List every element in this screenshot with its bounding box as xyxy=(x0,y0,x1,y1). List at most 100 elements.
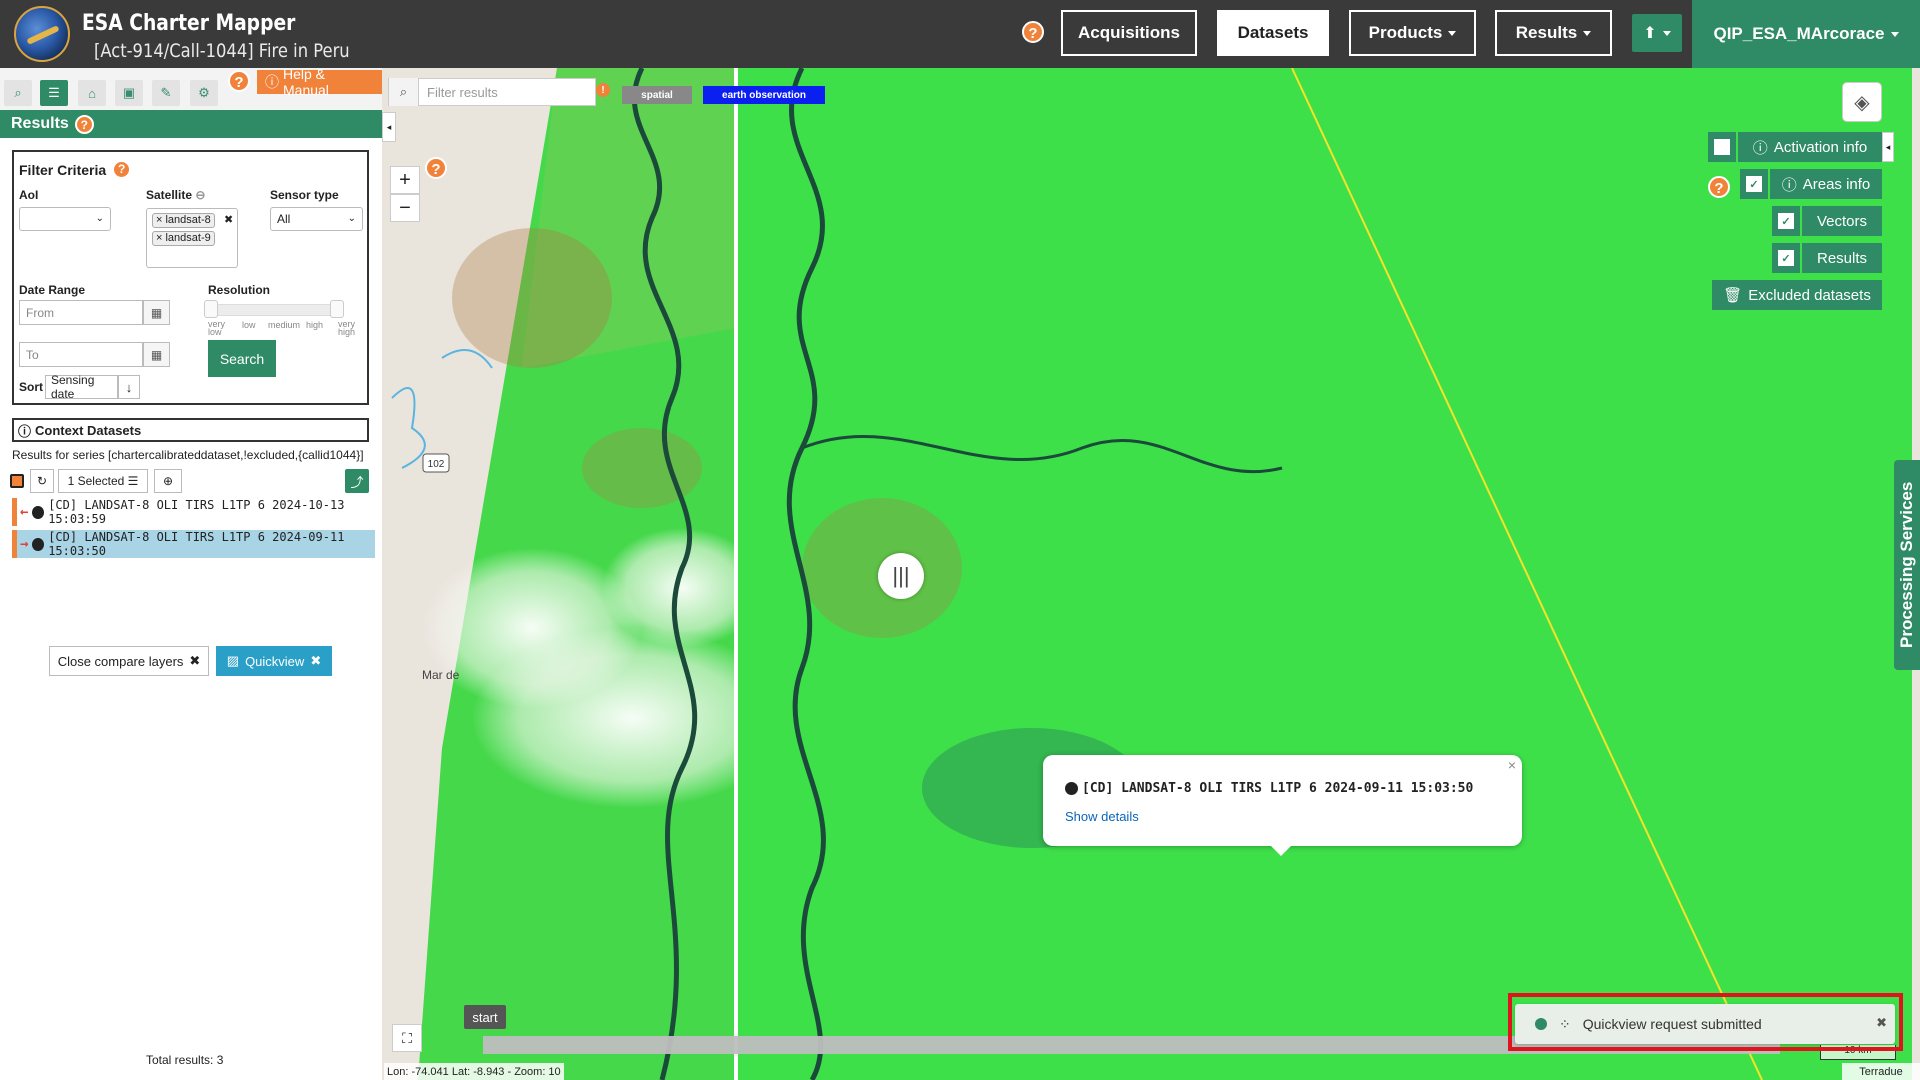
nav-datasets[interactable]: Datasets xyxy=(1217,10,1329,56)
sensor-type-select[interactable]: All ⌄ xyxy=(270,207,363,231)
info-icon: ⓘ xyxy=(1752,139,1768,157)
satellite-multiselect[interactable]: × landsat-8 ✖ × landsat-9 xyxy=(146,208,238,268)
search-button[interactable]: Search xyxy=(208,340,276,377)
zoom-in-button[interactable]: + xyxy=(390,166,420,194)
map-view[interactable]: 102 Mar de ◂ xyxy=(382,68,1920,1080)
map-canvas: 102 Mar de xyxy=(382,68,1920,1080)
upload-icon: ⬆ xyxy=(1643,25,1657,42)
excluded-datasets-label: Excluded datasets xyxy=(1748,286,1871,304)
vectors-checkbox[interactable]: ✓ xyxy=(1772,206,1800,236)
satellite-label: Satellite ⊖ xyxy=(146,188,205,202)
series-query: Results for series [chartercalibrateddat… xyxy=(12,448,364,462)
nav-acquisitions[interactable]: Acquisitions xyxy=(1061,10,1197,56)
close-icon[interactable]: × xyxy=(1508,757,1516,773)
pencil-icon[interactable]: ✎ xyxy=(152,80,180,106)
selection-menu-button[interactable]: 1 Selected ☰ xyxy=(58,469,148,493)
user-name: QIP_ESA_MArcorace xyxy=(1713,24,1885,43)
satellite-label-text: Satellite xyxy=(146,188,193,202)
activation-info-checkbox[interactable] xyxy=(1708,132,1736,162)
help-manual-button[interactable]: ⓘ Help & Manual xyxy=(257,66,382,98)
filter-help-icon[interactable]: ? xyxy=(112,160,132,179)
info-icon[interactable]: ! xyxy=(596,83,610,97)
user-menu-button[interactable]: QIP_ESA_MArcorace xyxy=(1692,0,1920,68)
highlight-box xyxy=(1508,993,1903,1051)
areas-info-label: Areas info xyxy=(1802,175,1871,193)
header-help-icon[interactable]: ? xyxy=(1022,21,1044,43)
refresh-icon[interactable]: ↻ xyxy=(30,469,54,493)
tick-label: low xyxy=(242,320,256,330)
map-help-icon[interactable]: ? xyxy=(425,157,447,179)
add-to-basket-icon[interactable]: ⊕ xyxy=(154,469,182,493)
burn-scar xyxy=(452,228,612,368)
aoi-label: AoI xyxy=(19,188,39,202)
resolution-min-handle[interactable] xyxy=(204,300,218,318)
left-toolbar: ⌕ ☰ ⌂ ▣ ✎ ⚙ ? ⓘ Help & Manual xyxy=(0,66,382,110)
sensor-type-value: All xyxy=(277,212,291,226)
tick-label: medium xyxy=(268,320,301,330)
excluded-datasets-button[interactable]: 🗑 Excluded datasets xyxy=(1712,280,1882,310)
nav-results[interactable]: Results xyxy=(1495,10,1612,56)
fullscreen-icon[interactable]: ⛶ xyxy=(392,1024,422,1052)
close-compare-button[interactable]: Close compare layers ✖ xyxy=(49,646,209,676)
areas-info-checkbox[interactable]: ✓ xyxy=(1740,169,1768,199)
spatial-filter-chip[interactable]: spatial xyxy=(622,86,692,104)
swipe-handle[interactable]: ||| xyxy=(878,553,924,599)
resolution-max-handle[interactable] xyxy=(330,300,344,318)
minus-circle-icon[interactable]: ⊖ xyxy=(195,188,205,202)
globe-icon xyxy=(32,537,45,551)
earth-observation-chip[interactable]: earth observation xyxy=(703,86,825,104)
close-icon: ✖ xyxy=(310,653,322,668)
layers-icon[interactable]: ◈ xyxy=(1842,82,1882,122)
aoi-select[interactable]: ⌄ xyxy=(19,207,111,231)
sort-direction-icon[interactable]: ↓ xyxy=(118,375,140,399)
dataset-popup: [CD] LANDSAT-8 OLI TIRS L1TP 6 2024-09-1… xyxy=(1043,755,1522,856)
nav-products[interactable]: Products xyxy=(1349,10,1476,56)
list-icon[interactable]: ☰ xyxy=(40,80,68,106)
nav-acquisitions-label: Acquisitions xyxy=(1077,23,1180,42)
chevron-down-icon xyxy=(1583,30,1592,36)
context-datasets-toggle[interactable]: ⓘ Context Datasets xyxy=(12,418,369,442)
right-panel-collapse-icon[interactable]: ◂ xyxy=(1882,132,1894,162)
list-item[interactable]: ← [CD] LANDSAT-8 OLI TIRS L1TP 6 2024-10… xyxy=(12,498,375,526)
satellite-tag[interactable]: × landsat-8 xyxy=(152,213,215,228)
tick-label: very high xyxy=(338,319,356,337)
filter-title-text: Filter Criteria xyxy=(19,161,107,178)
list-item[interactable]: → [CD] LANDSAT-8 OLI TIRS L1TP 6 2024-09… xyxy=(12,530,375,558)
date-to-input[interactable]: To xyxy=(19,342,143,367)
filter-results-input[interactable]: ⌕ Filter results xyxy=(388,78,596,106)
close-icon: ✖ xyxy=(189,653,201,668)
date-from-input[interactable]: From xyxy=(19,300,143,325)
processing-services-tab[interactable]: Processing Services xyxy=(1894,460,1920,670)
results-help-icon[interactable]: ? xyxy=(74,114,94,134)
clear-icon[interactable]: ✖ xyxy=(224,213,233,226)
resolution-slider[interactable] xyxy=(206,304,340,316)
calendar-icon[interactable]: ▦ xyxy=(143,342,170,367)
archive-icon[interactable]: ▣ xyxy=(115,80,143,106)
activation-info-toggle[interactable]: ⓘ Activation info xyxy=(1738,132,1882,162)
zoom-out-button[interactable]: − xyxy=(390,194,420,222)
satellite-tag[interactable]: × landsat-9 xyxy=(152,231,215,246)
color-swatch[interactable] xyxy=(10,474,24,488)
list-item-label: [CD] LANDSAT-8 OLI TIRS L1TP 6 2024-09-1… xyxy=(48,530,345,558)
calendar-icon[interactable]: ▦ xyxy=(143,300,170,325)
basket-icon[interactable]: ⌂ xyxy=(78,80,106,106)
areas-info-toggle[interactable]: ⓘ Areas info xyxy=(1770,169,1882,199)
results-layer-label: Results xyxy=(1816,249,1868,267)
left-panel-collapse-icon[interactable]: ◂ xyxy=(382,112,396,142)
filter-criteria-box: Filter Criteria? AoI ⌄ Satellite ⊖ × lan… xyxy=(12,150,369,405)
areas-help-icon[interactable]: ? xyxy=(1708,176,1730,198)
show-details-link[interactable]: Show details xyxy=(1065,809,1139,824)
sort-select[interactable]: Sensing date xyxy=(45,373,118,401)
panel-help-icon[interactable]: ? xyxy=(228,70,250,92)
quickview-button[interactable]: ▨ Quickview ✖ xyxy=(216,646,332,676)
results-layer-toggle[interactable]: Results xyxy=(1802,243,1882,273)
results-checkbox[interactable]: ✓ xyxy=(1772,243,1800,273)
gear-icon[interactable]: ⚙ xyxy=(190,80,218,106)
search-icon[interactable]: ⌕ xyxy=(4,80,32,106)
upload-button[interactable]: ⬆ xyxy=(1632,14,1682,52)
place-label: Mar de xyxy=(422,668,460,682)
chevron-down-icon xyxy=(1662,30,1671,36)
nav-results-label: Results xyxy=(1515,23,1578,42)
vectors-toggle[interactable]: Vectors xyxy=(1802,206,1882,236)
share-icon[interactable]: ⤴ xyxy=(345,469,369,493)
